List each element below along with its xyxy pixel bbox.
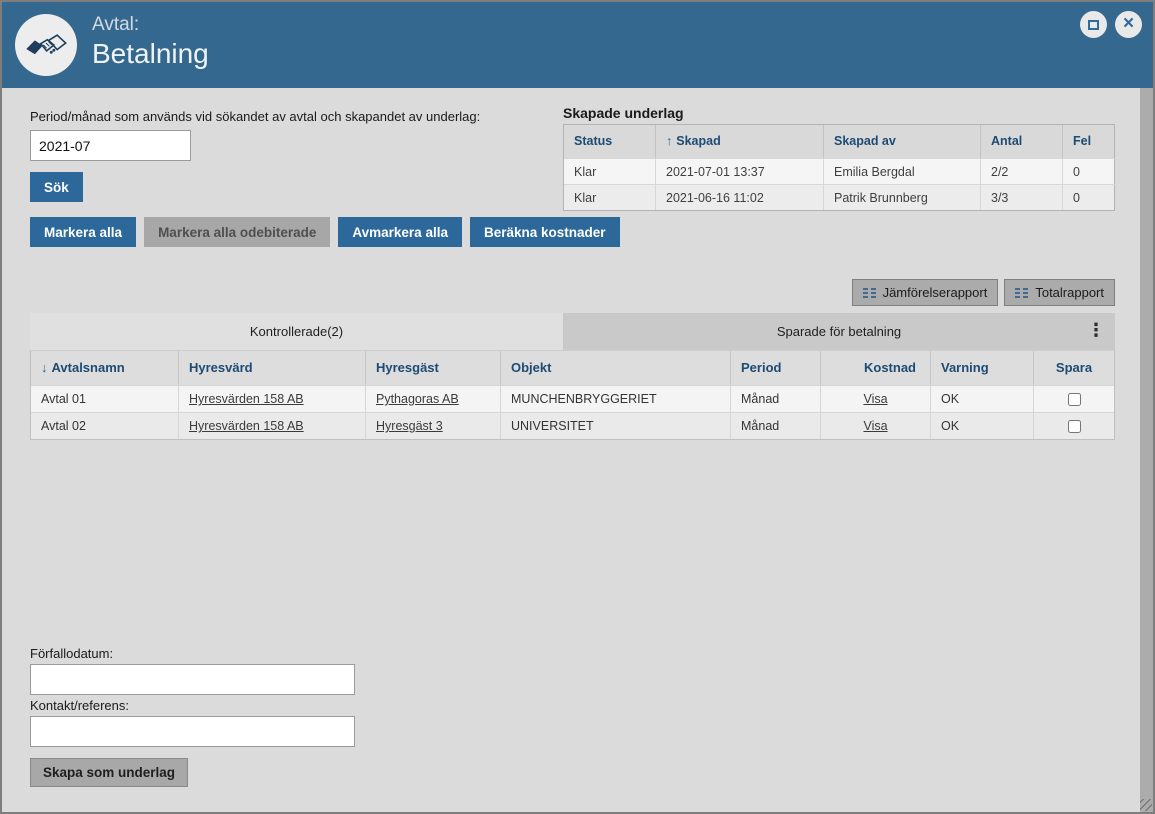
sok-button[interactable]: Sök (30, 172, 83, 202)
report-button-row: Jämförelserapport Totalrapport (851, 279, 1115, 306)
close-button[interactable]: × (1115, 11, 1142, 38)
kebab-menu-icon[interactable]: ⋮ (1087, 317, 1105, 344)
column-header-skapad-av[interactable]: Skapad av (824, 125, 981, 158)
column-header-hyresvard[interactable]: Hyresvärd (179, 351, 366, 385)
column-header-period[interactable]: Period (731, 351, 821, 385)
column-header-kostnad[interactable]: Kostnad (821, 351, 931, 385)
skapad-av-value: Patrik Brunnberg (824, 184, 981, 210)
fel-value: 0 (1063, 158, 1116, 184)
status-value: Klar (564, 158, 656, 184)
spara-checkbox[interactable] (1067, 393, 1081, 407)
page-title: Avtal: Betalning (92, 14, 209, 70)
report-grid-icon (1015, 287, 1029, 298)
tab-sparade-for-betalning[interactable]: Sparade för betalning ⋮ (563, 313, 1115, 350)
varning-status: OK (931, 412, 1034, 439)
antal-value: 3/3 (981, 184, 1063, 210)
column-header-fel[interactable]: Fel (1063, 125, 1116, 158)
tab-kontrollerade[interactable]: Kontrollerade(2) (30, 313, 563, 350)
column-header-antal[interactable]: Antal (981, 125, 1063, 158)
kontakt-referens-label: Kontakt/referens: (30, 698, 129, 713)
app-window: Avtal: Betalning × Period/månad som anvä… (0, 0, 1155, 814)
app-header: Avtal: Betalning × (2, 2, 1153, 88)
kontakt-referens-input[interactable] (30, 716, 355, 747)
action-button-row: Markera alla Markera alla odebiterade Av… (30, 217, 620, 247)
skapad-av-value: Emilia Bergdal (824, 158, 981, 184)
skapad-value: 2021-07-01 13:37 (656, 158, 824, 184)
sort-asc-icon: ↑ (666, 134, 673, 148)
berakna-kostnader-button[interactable]: Beräkna kostnader (469, 217, 620, 247)
column-header-status[interactable]: Status (564, 125, 656, 158)
varning-status: OK (931, 385, 1034, 412)
window-right-strip (1140, 88, 1153, 812)
table-row[interactable]: Avtal 02 Hyresvärden 158 AB Hyresgäst 3 … (31, 412, 1114, 439)
maximize-button[interactable] (1080, 11, 1107, 38)
handshake-icon (15, 14, 77, 76)
table-row[interactable]: Klar 2021-06-16 11:02 Patrik Brunnberg 3… (564, 184, 1116, 210)
table-row[interactable]: Avtal 01 Hyresvärden 158 AB Pythagoras A… (31, 385, 1114, 412)
totalrapport-button[interactable]: Totalrapport (1004, 279, 1115, 306)
visa-kostnad-link[interactable]: Visa (863, 392, 887, 406)
skapade-underlag-header-row: Status ↑ Skapad Skapad av Antal Fel (564, 125, 1114, 158)
period-label: Period/månad som används vid sökandet av… (30, 109, 481, 124)
markera-alla-odebiterade-button[interactable]: Markera alla odebiterade (144, 217, 331, 247)
column-header-skapad[interactable]: ↑ Skapad (656, 125, 824, 158)
objekt-value: UNIVERSITET (501, 412, 731, 439)
skapa-som-underlag-button[interactable]: Skapa som underlag (30, 758, 189, 787)
close-icon: × (1122, 13, 1135, 34)
forfallodatum-input[interactable] (30, 664, 355, 695)
column-header-skapad-label: Skapad (676, 134, 721, 148)
hyresgast-link[interactable]: Pythagoras AB (376, 392, 459, 406)
table-row[interactable]: Klar 2021-07-01 13:37 Emilia Bergdal 2/2… (564, 158, 1116, 184)
skapade-underlag-heading: Skapade underlag (563, 105, 684, 121)
period-value: Månad (731, 385, 821, 412)
window-controls: × (1080, 11, 1142, 38)
totalrapport-label: Totalrapport (1035, 285, 1104, 300)
avtalsnamn-value: Avtal 02 (31, 412, 179, 439)
fel-value: 0 (1063, 184, 1116, 210)
avmarkera-alla-button[interactable]: Avmarkera alla (338, 217, 462, 247)
report-grid-icon (862, 287, 876, 298)
contracts-header-row: ↓ Avtalsnamn Hyresvärd Hyresgäst Objekt P… (31, 351, 1114, 385)
hyresvard-link[interactable]: Hyresvärden 158 AB (189, 419, 304, 433)
tab-bar: Kontrollerade(2) Sparade för betalning ⋮ (30, 313, 1115, 350)
antal-value: 2/2 (981, 158, 1063, 184)
visa-kostnad-link[interactable]: Visa (863, 419, 887, 433)
period-input[interactable] (30, 130, 191, 161)
forfallodatum-label: Förfallodatum: (30, 646, 114, 661)
contracts-table: ↓ Avtalsnamn Hyresvärd Hyresgäst Objekt P… (30, 350, 1115, 440)
tab-sparade-label: Sparade för betalning (776, 324, 902, 339)
column-header-avtalsnamn[interactable]: ↓ Avtalsnamn (31, 351, 179, 385)
column-header-spara[interactable]: Spara (1034, 351, 1114, 385)
jamforelserapport-label: Jämförelserapport (882, 285, 988, 300)
title-small: Avtal: (92, 14, 140, 35)
markera-alla-button[interactable]: Markera alla (30, 217, 137, 247)
skapade-underlag-table: Status ↑ Skapad Skapad av Antal Fel Klar … (563, 124, 1116, 211)
status-value: Klar (564, 184, 656, 210)
column-header-avtalsnamn-label: Avtalsnamn (51, 360, 125, 375)
jamforelserapport-button[interactable]: Jämförelserapport (851, 279, 999, 306)
avtalsnamn-value: Avtal 01 (31, 385, 179, 412)
sort-desc-icon: ↓ (41, 360, 48, 375)
maximize-icon (1088, 19, 1099, 30)
title-large: Betalning (92, 38, 209, 69)
objekt-value: MUNCHENBRYGGERIET (501, 385, 731, 412)
resize-grip-icon[interactable] (1140, 799, 1152, 811)
skapad-value: 2021-06-16 11:02 (656, 184, 824, 210)
column-header-hyresgast[interactable]: Hyresgäst (366, 351, 501, 385)
spara-checkbox[interactable] (1067, 420, 1081, 434)
column-header-objekt[interactable]: Objekt (501, 351, 731, 385)
period-value: Månad (731, 412, 821, 439)
column-header-varning[interactable]: Varning (931, 351, 1034, 385)
hyresvard-link[interactable]: Hyresvärden 158 AB (189, 392, 304, 406)
hyresgast-link[interactable]: Hyresgäst 3 (376, 419, 443, 433)
